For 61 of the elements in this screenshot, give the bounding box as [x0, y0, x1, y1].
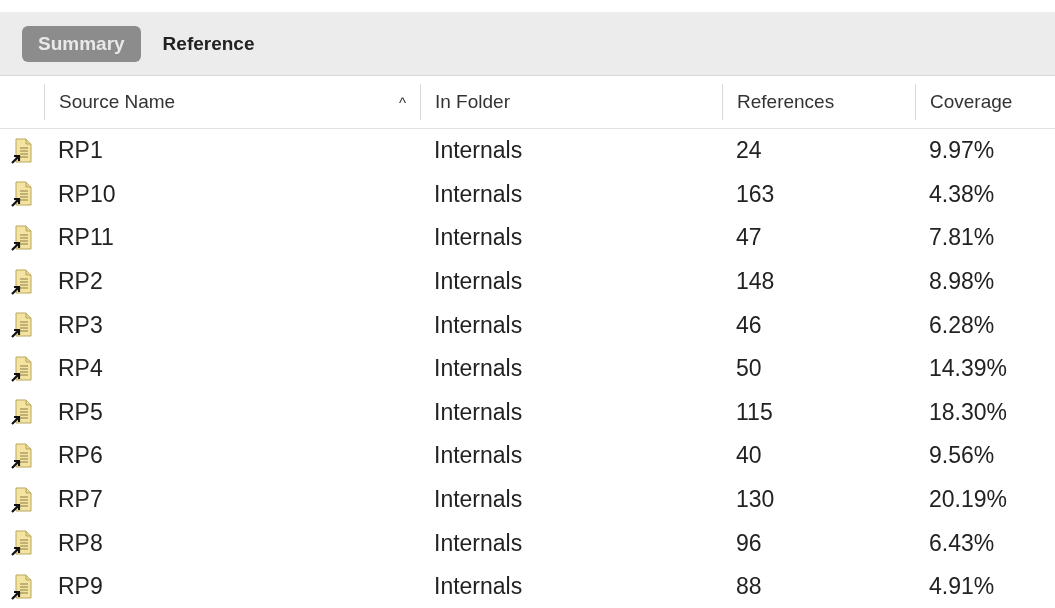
table-cell: Internals — [434, 355, 523, 382]
document-alias-icon — [11, 442, 33, 469]
table-cell: RP11 — [58, 224, 114, 251]
table-cell: RP3 — [58, 311, 103, 338]
table-cell: 46 — [736, 311, 762, 338]
table-cell: Internals — [434, 180, 523, 207]
table-cell: RP7 — [58, 486, 103, 513]
table-cell: 163 — [736, 180, 775, 207]
table-cell: 18.30% — [929, 398, 1007, 425]
table-cell: RP8 — [58, 529, 103, 556]
table-cell: 6.28% — [929, 311, 995, 338]
column-header[interactable]: In Folder — [435, 91, 510, 113]
table-cell: 6.43% — [929, 529, 995, 556]
document-alias-icon — [11, 225, 33, 251]
table-cell: RP9 — [58, 573, 103, 600]
table-cell: Internals — [434, 268, 523, 295]
document-alias-icon — [11, 312, 33, 339]
table-cell: Internals — [434, 311, 523, 338]
table-cell: 50 — [736, 355, 762, 382]
table-cell: Internals — [434, 137, 523, 164]
table-cell: 7.81% — [929, 224, 995, 251]
sort-indicator[interactable]: ^ — [398, 93, 406, 111]
column-header[interactable]: Coverage — [930, 91, 1013, 113]
table-cell: Internals — [434, 529, 523, 556]
table-cell: RP5 — [58, 398, 103, 425]
document-alias-icon — [11, 530, 33, 557]
document-alias-icon — [11, 268, 33, 295]
table-cell: 130 — [736, 486, 775, 513]
document-alias-icon — [11, 137, 33, 164]
table-cell: Internals — [434, 398, 523, 425]
table-cell: 40 — [736, 442, 762, 469]
table-cell: 115 — [736, 398, 773, 425]
table-cell: RP2 — [58, 268, 103, 295]
column-header[interactable]: Source Name — [59, 91, 176, 113]
table-cell: 20.19% — [929, 486, 1007, 513]
table-cell: 47 — [736, 224, 762, 251]
table-cell: Internals — [434, 442, 523, 469]
document-alias-icon — [11, 399, 33, 426]
table-cell: Internals — [434, 573, 523, 600]
document-alias-icon — [11, 573, 33, 600]
table-cell: 8.98% — [929, 268, 995, 295]
table-cell: 24 — [736, 137, 762, 164]
tab[interactable]: Reference — [146, 25, 271, 62]
table-cell: RP4 — [58, 355, 103, 382]
table-cell: 9.56% — [929, 442, 995, 469]
table-cell: Internals — [434, 224, 523, 251]
table-cell: 96 — [736, 529, 762, 556]
table-cell: 14.39% — [929, 355, 1007, 382]
table-cell: RP10 — [58, 180, 116, 207]
document-alias-icon — [11, 181, 33, 208]
table-cell: Internals — [434, 486, 523, 513]
column-header[interactable]: References — [737, 91, 835, 113]
table-cell: 4.91% — [929, 573, 995, 600]
table-cell: 88 — [736, 573, 762, 600]
document-alias-icon — [11, 486, 33, 513]
table-cell: 9.97% — [929, 137, 995, 164]
table-cell: 4.38% — [929, 180, 995, 207]
table-cell: RP6 — [58, 442, 103, 469]
table-cell: 148 — [736, 268, 775, 295]
document-alias-icon — [11, 355, 33, 382]
table-cell: RP1 — [58, 137, 103, 164]
